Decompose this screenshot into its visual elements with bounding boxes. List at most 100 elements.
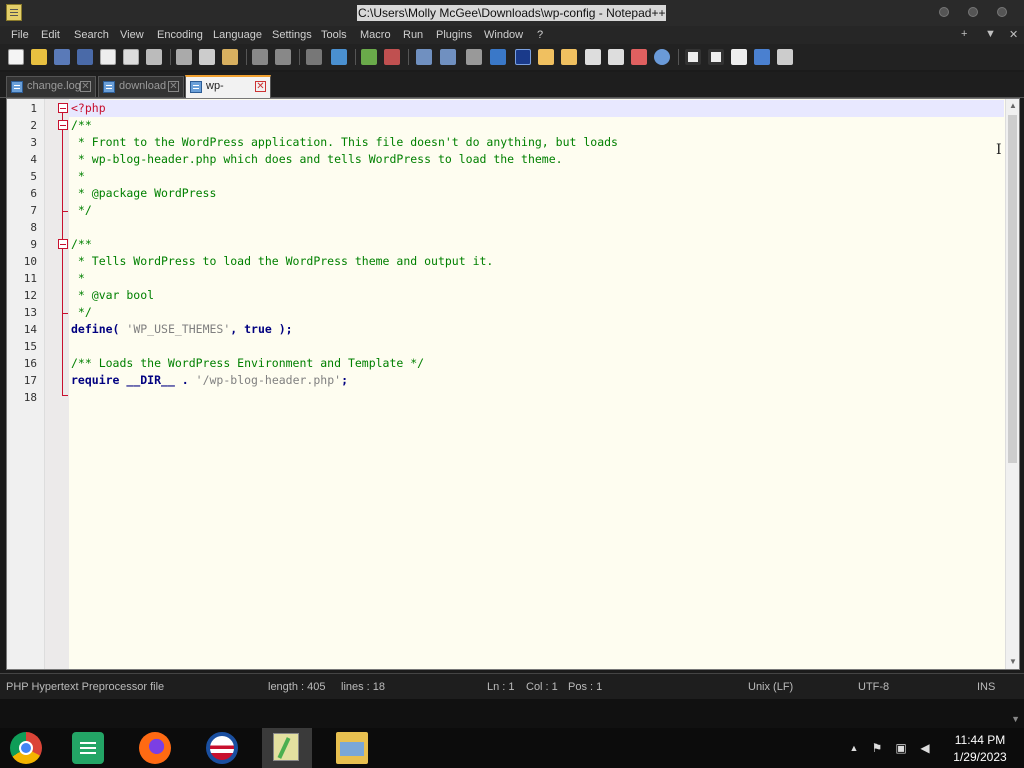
paste-icon[interactable] — [222, 49, 238, 65]
fold-collapse-icon[interactable] — [58, 103, 68, 113]
firefox-icon[interactable] — [139, 732, 171, 764]
tab-list-dropdown-icon[interactable]: ▼ — [985, 28, 996, 40]
code-line[interactable]: * — [71, 270, 85, 287]
menu-tools[interactable]: Tools — [321, 28, 347, 42]
menu-help[interactable]: ? — [537, 28, 543, 42]
tab-download[interactable]: download ✕ — [98, 76, 184, 97]
menu-edit[interactable]: Edit — [41, 28, 60, 42]
fold-collapse-icon[interactable] — [58, 120, 68, 130]
menu-plugins[interactable]: Plugins — [436, 28, 472, 42]
open-file-icon[interactable] — [31, 49, 47, 65]
code-line[interactable]: require __DIR__ . '/wp-blog-header.php'; — [71, 372, 348, 389]
stop-recording-icon[interactable] — [708, 49, 724, 65]
print-icon[interactable] — [146, 49, 162, 65]
sheets-icon[interactable] — [72, 732, 104, 764]
code-line[interactable]: * — [71, 168, 85, 185]
run-macro-multiple-icon[interactable] — [754, 49, 770, 65]
doc-list-icon[interactable] — [585, 49, 601, 65]
folder-workspace-icon[interactable] — [631, 49, 647, 65]
code-token: * — [71, 169, 85, 183]
close-document-icon[interactable]: ✕ — [1009, 28, 1018, 41]
find-icon[interactable] — [306, 49, 322, 65]
tab-close-icon[interactable]: ✕ — [80, 81, 91, 92]
status-bar: PHP Hypertext Preprocessor file length :… — [0, 673, 1024, 699]
scrollbar-thumb[interactable] — [1008, 115, 1017, 463]
zoom-in-icon[interactable] — [361, 49, 377, 65]
function-list-icon[interactable] — [608, 49, 624, 65]
new-tab-plus-icon[interactable]: + — [961, 28, 967, 40]
play-macro-icon[interactable] — [731, 49, 747, 65]
redo-icon[interactable] — [275, 49, 291, 65]
status-eol[interactable]: Unix (LF) — [748, 681, 793, 693]
tab-close-icon[interactable]: ✕ — [255, 81, 266, 92]
tab-change-log[interactable]: change.log ✕ — [6, 76, 96, 97]
code-line[interactable]: /** — [71, 236, 92, 253]
vertical-scrollbar[interactable]: ▲ ▼ — [1005, 99, 1019, 669]
save-icon[interactable] — [54, 49, 70, 65]
menu-language[interactable]: Language — [213, 28, 262, 42]
tab-wp-config[interactable]: wp-config ✕ — [185, 75, 271, 111]
code-line[interactable]: define( 'WP_USE_THEMES', true ); — [71, 321, 293, 338]
code-line[interactable]: * @package WordPress — [71, 185, 216, 202]
zoom-out-icon[interactable] — [384, 49, 400, 65]
status-insert-mode[interactable]: INS — [977, 681, 995, 693]
status-encoding[interactable]: UTF-8 — [858, 681, 889, 693]
menu-run[interactable]: Run — [403, 28, 423, 42]
cut-icon[interactable] — [176, 49, 192, 65]
code-line[interactable]: <?php — [69, 100, 1004, 117]
show-all-chars-icon[interactable] — [490, 49, 506, 65]
scroll-down-arrow-icon[interactable]: ▼ — [1006, 655, 1020, 669]
close-button[interactable] — [997, 7, 1007, 17]
code-line[interactable]: * Front to the WordPress application. Th… — [71, 134, 618, 151]
code-line[interactable]: */ — [71, 304, 92, 321]
line-number: 8 — [30, 221, 37, 234]
close-file-icon[interactable] — [100, 49, 116, 65]
minimize-button[interactable] — [939, 7, 949, 17]
menu-encoding[interactable]: Encoding — [157, 28, 203, 42]
save-all-icon[interactable] — [77, 49, 93, 65]
sync-horizontal-icon[interactable] — [440, 49, 456, 65]
code-editor[interactable]: ▲ ▼ 1 2 3 4 5 6 7 8 9 10 11 12 13 14 15 16 17 18 <?php/** … — [6, 98, 1020, 670]
scroll-down-arrow-icon[interactable]: ▼ — [1011, 714, 1020, 724]
volume-icon[interactable]: ◀ — [917, 740, 933, 756]
menu-view[interactable]: View — [120, 28, 144, 42]
code-line[interactable]: /** — [71, 117, 92, 134]
code-line[interactable]: * @var bool — [71, 287, 154, 304]
file-explorer-icon[interactable] — [336, 732, 368, 764]
save-macro-icon[interactable] — [777, 49, 793, 65]
tab-close-icon[interactable]: ✕ — [168, 81, 179, 92]
flag-icon[interactable]: ⚑ — [869, 740, 885, 756]
doc-map-icon[interactable] — [561, 49, 577, 65]
show-hidden-icons-chevron-icon[interactable]: ▲ — [846, 740, 862, 756]
sync-vertical-icon[interactable] — [416, 49, 432, 65]
notepadpp-taskbar-button[interactable] — [262, 728, 312, 768]
clock-date[interactable]: 1/29/2023 — [946, 750, 1014, 764]
record-macro-icon[interactable] — [685, 49, 701, 65]
maximize-button[interactable] — [968, 7, 978, 17]
close-all-icon[interactable] — [123, 49, 139, 65]
undo-icon[interactable] — [252, 49, 268, 65]
code-line[interactable]: * wp-blog-header.php which does and tell… — [71, 151, 563, 168]
code-line[interactable]: /** Loads the WordPress Environment and … — [71, 355, 424, 372]
chrome-icon[interactable] — [10, 732, 42, 764]
code-line[interactable]: */ — [71, 202, 92, 219]
obama-logo-icon[interactable] — [206, 732, 238, 764]
new-file-icon[interactable] — [8, 49, 24, 65]
copy-icon[interactable] — [199, 49, 215, 65]
network-icon[interactable]: ▣ — [893, 740, 909, 756]
monitoring-icon[interactable] — [654, 49, 670, 65]
menu-search[interactable]: Search — [74, 28, 109, 42]
scroll-up-arrow-icon[interactable]: ▲ — [1006, 99, 1020, 113]
fold-collapse-icon[interactable] — [58, 239, 68, 249]
replace-icon[interactable] — [331, 49, 347, 65]
udl-icon[interactable] — [538, 49, 554, 65]
menu-macro[interactable]: Macro — [360, 28, 391, 42]
clock-time[interactable]: 11:44 PM — [950, 733, 1010, 747]
indent-guide-icon[interactable] — [515, 49, 531, 65]
menu-window[interactable]: Window — [484, 28, 523, 42]
code-line[interactable]: * Tells WordPress to load the WordPress … — [71, 253, 493, 270]
menu-file[interactable]: File — [11, 28, 29, 42]
code-token: ); — [271, 322, 293, 336]
word-wrap-icon[interactable] — [466, 49, 482, 65]
menu-settings[interactable]: Settings — [272, 28, 312, 42]
